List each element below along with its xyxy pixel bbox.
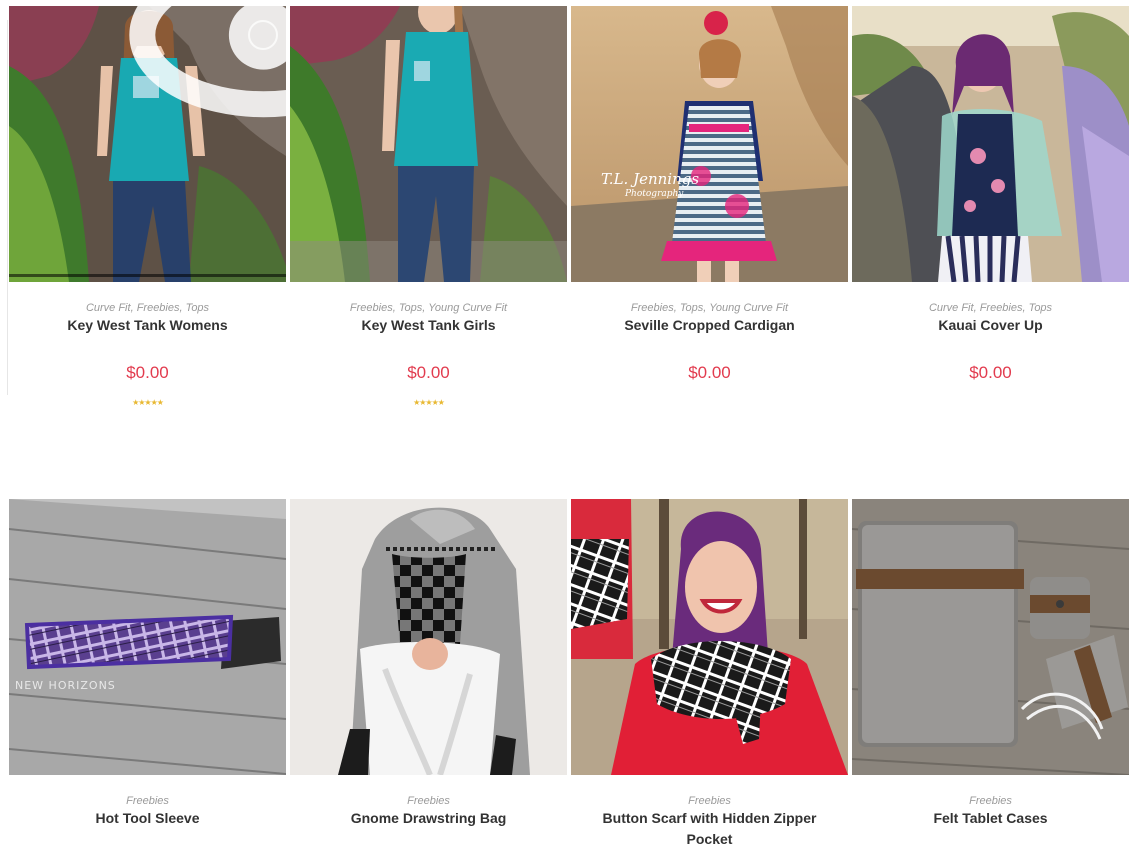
category-link[interactable]: Freebies — [980, 302, 1023, 314]
category-link[interactable]: Freebies — [631, 302, 674, 314]
product-title[interactable]: Kauai Cover Up — [862, 315, 1119, 336]
product-price: $0.00 — [688, 363, 731, 382]
watermark-text: Photography — [624, 189, 684, 199]
product-categories: Curve Fit, Freebies, Tops — [928, 302, 1053, 314]
category-link[interactable]: Freebies — [350, 302, 393, 314]
product-card: Curve Fit, Freebies, Tops Kauai Cover Up… — [852, 6, 1129, 416]
category-link[interactable]: Freebies — [126, 795, 169, 807]
product-image[interactable] — [9, 6, 286, 282]
product-card: T.L. Jennings Photography Freebies, Tops… — [571, 6, 848, 416]
divider — [7, 20, 8, 395]
product-categories: Freebies — [571, 794, 848, 808]
category-link[interactable]: Tops — [680, 302, 703, 314]
product-title[interactable]: Felt Tablet Cases — [862, 808, 1119, 829]
category-link[interactable]: Tops — [1029, 302, 1052, 314]
product-card: Freebies Felt Tablet Cases — [852, 499, 1129, 847]
product-price: $0.00 — [969, 363, 1012, 382]
eye-icon — [125, 6, 286, 173]
product-categories: Freebies, Tops, Young Curve Fit — [630, 302, 789, 314]
product-card: NEW HORIZONS Freebies Hot Tool Sleeve — [9, 499, 286, 847]
product-card: Freebies Button Scarf with Hidden Zipper… — [571, 499, 848, 847]
category-link[interactable]: Freebies — [969, 795, 1012, 807]
product-price: $0.00 — [126, 363, 169, 382]
watermark-text: T.L. Jennings — [601, 170, 699, 188]
product-image[interactable]: T.L. Jennings Photography — [571, 6, 848, 282]
watermark-text: NEW HORIZONS — [15, 679, 116, 692]
category-link[interactable]: Freebies — [688, 795, 731, 807]
category-link[interactable]: Young Curve Fit — [709, 302, 788, 314]
product-categories: Freebies — [852, 794, 1129, 808]
star-rating: ★★★★★ — [413, 398, 445, 407]
product-title[interactable]: Key West Tank Womens — [19, 315, 276, 336]
category-link[interactable]: Curve Fit — [929, 302, 974, 314]
product-image[interactable] — [571, 499, 848, 775]
title-line: Pocket — [686, 831, 733, 847]
product-price: $0.00 — [407, 363, 450, 382]
product-image[interactable] — [290, 499, 567, 775]
image-overlay-bar — [9, 274, 286, 277]
product-title[interactable]: Key West Tank Girls — [300, 315, 557, 336]
product-title[interactable]: Hot Tool Sleeve — [19, 808, 276, 829]
product-title[interactable]: Seville Cropped Cardigan — [581, 315, 838, 336]
product-card: Curve Fit, Freebies, Tops Key West Tank … — [9, 6, 286, 416]
product-image[interactable]: NEW HORIZONS — [9, 499, 286, 775]
title-line: Button Scarf with Hidden Zipper — [602, 810, 817, 826]
category-link[interactable]: Freebies — [137, 302, 180, 314]
product-photo — [852, 499, 1129, 775]
product-image[interactable] — [852, 6, 1129, 282]
category-link[interactable]: Young Curve Fit — [428, 302, 507, 314]
product-card: Freebies Gnome Drawstring Bag — [290, 499, 567, 847]
product-photo — [852, 6, 1129, 282]
product-categories: Freebies, Tops, Young Curve Fit — [349, 302, 508, 314]
product-categories: Curve Fit, Freebies, Tops — [85, 302, 210, 314]
product-categories: Freebies — [290, 794, 567, 808]
product-image[interactable] — [290, 6, 567, 282]
category-link[interactable]: Tops — [186, 302, 209, 314]
product-categories: Freebies — [9, 794, 286, 808]
product-image[interactable] — [852, 499, 1129, 775]
star-rating: ★★★★★ — [132, 398, 164, 407]
product-photo — [290, 6, 567, 282]
product-card: Freebies, Tops, Young Curve Fit Key West… — [290, 6, 567, 416]
category-link[interactable]: Freebies — [407, 795, 450, 807]
product-grid: Curve Fit, Freebies, Tops Key West Tank … — [0, 0, 1144, 847]
product-photo — [571, 499, 848, 775]
product-photo: NEW HORIZONS — [9, 499, 286, 775]
product-photo — [290, 499, 567, 775]
category-link[interactable]: Curve Fit — [86, 302, 131, 314]
product-title[interactable]: Button Scarf with Hidden Zipper Pocket — [581, 808, 838, 847]
product-title[interactable]: Gnome Drawstring Bag — [300, 808, 557, 829]
quick-view-button[interactable] — [128, 6, 286, 118]
category-link[interactable]: Tops — [399, 302, 422, 314]
product-photo: T.L. Jennings Photography — [571, 6, 848, 282]
